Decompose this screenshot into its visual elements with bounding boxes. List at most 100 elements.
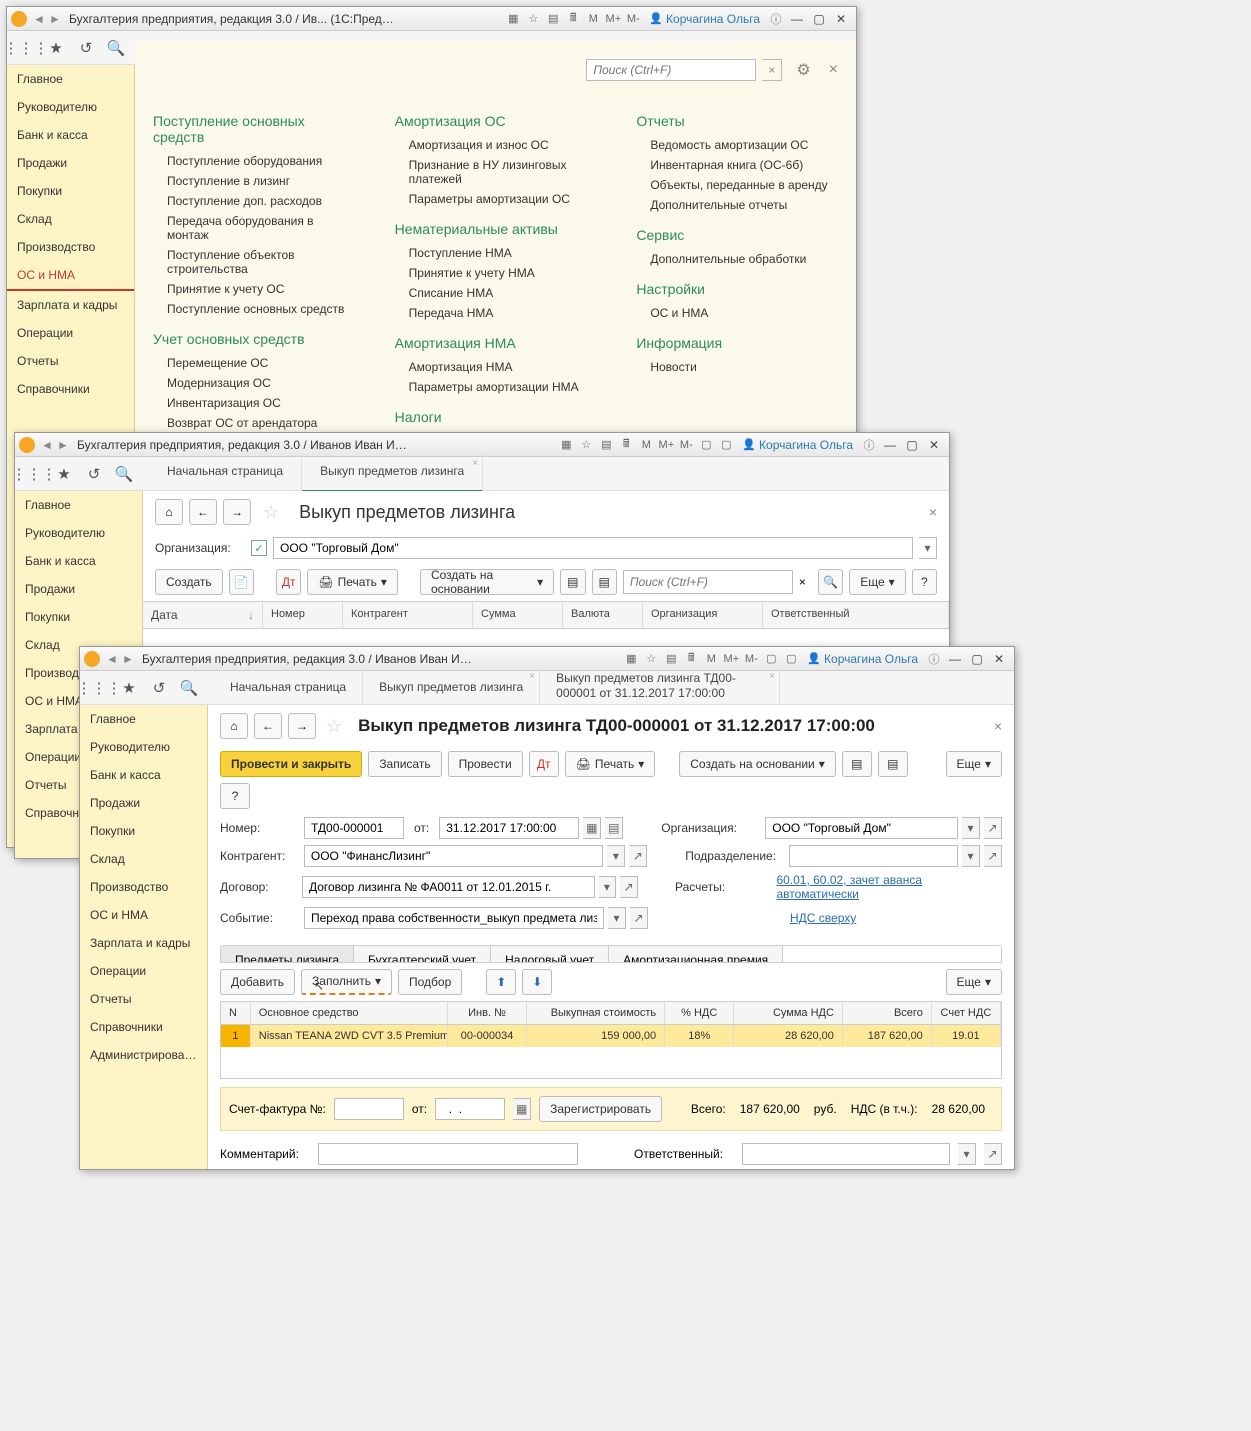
dropdown-icon[interactable]: ▾ <box>607 845 625 867</box>
menu-search-input[interactable] <box>586 59 756 81</box>
forward-button[interactable]: → <box>288 713 316 739</box>
col-responsible[interactable]: Ответственный <box>763 602 949 628</box>
nav-sales[interactable]: Продажи <box>7 149 134 177</box>
nav-fwd-icon[interactable]: ► <box>48 12 62 26</box>
back-button[interactable]: ← <box>254 713 282 739</box>
more-table-button[interactable]: Еще ▾ <box>946 969 1002 995</box>
close-button[interactable]: ✕ <box>988 650 1010 668</box>
create-button[interactable]: Создать <box>155 569 223 595</box>
dropdown-icon[interactable]: ▾ <box>608 907 626 929</box>
close-panel-icon[interactable]: × <box>829 61 838 79</box>
nav-manager[interactable]: Руководителю <box>7 93 134 121</box>
col-vatp[interactable]: % НДС <box>665 1002 734 1024</box>
nav-item[interactable]: ОС и НМА <box>80 901 207 929</box>
menu-link[interactable]: Передача оборудования в монтаж <box>153 211 355 245</box>
menu-link[interactable]: Дополнительные обработки <box>636 249 838 269</box>
menu-link[interactable]: Поступление основных средств <box>153 299 355 319</box>
menu-link[interactable]: Перемещение ОС <box>153 353 355 373</box>
tab-home[interactable]: Начальная страница <box>214 667 363 708</box>
tool-button[interactable]: ▤ <box>560 569 585 595</box>
tool-button[interactable]: ▤ <box>842 751 872 777</box>
home-button[interactable]: ⌂ <box>155 499 183 525</box>
col-sum[interactable]: Сумма <box>473 602 563 628</box>
find-button[interactable]: 🔍 <box>818 569 843 595</box>
col-date[interactable]: Дата ↓ <box>143 602 263 628</box>
close-button[interactable]: ✕ <box>830 10 852 28</box>
info-icon[interactable]: ⓘ <box>767 10 785 28</box>
col-inv[interactable]: Инв. № <box>448 1002 527 1024</box>
menu-link[interactable]: Дополнительные отчеты <box>636 195 838 215</box>
menu-link[interactable]: Принятие к учету ОС <box>153 279 355 299</box>
mplus-icon[interactable]: М+ <box>657 436 675 454</box>
number-input[interactable] <box>304 817 404 839</box>
menu-link[interactable]: Возврат ОС от арендатора <box>153 413 355 433</box>
postings-button[interactable]: Дт <box>529 751 559 777</box>
col-vat[interactable]: Сумма НДС <box>734 1002 843 1024</box>
col-vatacc[interactable]: Счет НДС <box>932 1002 1001 1024</box>
open-icon[interactable]: ↗ <box>629 845 647 867</box>
col-number[interactable]: Номер <box>263 602 343 628</box>
nav-item[interactable]: Справочники <box>80 1013 207 1041</box>
table-row[interactable]: 1 Nissan TEANA 2WD CVT 3.5 Premium 00-00… <box>221 1025 1001 1047</box>
tool-icon[interactable]: ▤ <box>544 10 562 28</box>
col-currency[interactable]: Валюта <box>563 602 643 628</box>
nav-salary[interactable]: Зарплата и кадры <box>7 291 134 319</box>
menu-link[interactable]: Ведомость амортизации ОС <box>636 135 838 155</box>
calc-icon[interactable]: 🖩 <box>617 436 635 454</box>
more-button[interactable]: Еще ▾ <box>849 569 905 595</box>
clear-search-icon[interactable]: × <box>762 59 782 81</box>
postings-button[interactable]: Дт <box>276 569 301 595</box>
open-icon[interactable]: ↗ <box>984 845 1002 867</box>
move-down-button[interactable]: ⬇ <box>522 969 552 995</box>
close-page-icon[interactable]: × <box>994 718 1002 734</box>
nav-back-icon[interactable]: ◄ <box>32 12 46 26</box>
menu-link[interactable]: Параметры амортизации НМА <box>395 377 597 397</box>
calc-icon[interactable]: 🖩 <box>564 10 582 28</box>
subtab-accounting[interactable]: Бухгалтерский учет <box>354 946 491 962</box>
apps-icon[interactable]: ⋮⋮⋮ <box>13 35 39 61</box>
nav-item[interactable]: Руководителю <box>15 519 142 547</box>
help-button[interactable]: ? <box>912 569 937 595</box>
menu-link[interactable]: Новости <box>636 357 838 377</box>
dropdown-icon[interactable]: ▾ <box>599 876 617 898</box>
menu-link[interactable]: ОС и НМА <box>636 303 838 323</box>
nav-item[interactable]: Главное <box>15 491 142 519</box>
close-tab-icon[interactable]: × <box>529 671 535 682</box>
tool-icon[interactable]: ▢ <box>697 436 715 454</box>
post-button[interactable]: Провести <box>448 751 523 777</box>
move-up-button[interactable]: ⬆ <box>486 969 516 995</box>
dropdown-icon[interactable]: ▾ <box>962 845 980 867</box>
fill-button[interactable]: Заполнить ▾↖ <box>301 969 392 995</box>
menu-link[interactable]: Инвентаризация ОС <box>153 393 355 413</box>
select-button[interactable]: Подбор <box>398 969 462 995</box>
tool-icon[interactable]: ▢ <box>762 650 780 668</box>
more-button[interactable]: Еще ▾ <box>946 751 1002 777</box>
open-icon[interactable]: ↗ <box>630 907 648 929</box>
menu-link[interactable]: Поступление НМА <box>395 243 597 263</box>
nav-production[interactable]: Производство <box>7 233 134 261</box>
print-button[interactable]: 🖨 Печать ▾ <box>565 751 656 777</box>
print-button[interactable]: 🖨 Печать ▾ <box>307 569 398 595</box>
mplus-icon[interactable]: М+ <box>722 650 740 668</box>
nav-back-icon[interactable]: ◄ <box>40 438 54 452</box>
nav-operations[interactable]: Операции <box>7 319 134 347</box>
org-checkbox[interactable]: ✓ <box>251 540 267 556</box>
calendar-icon[interactable]: ▦ <box>583 817 601 839</box>
tool-button[interactable]: ▤ <box>592 569 617 595</box>
dropdown-icon[interactable]: ▾ <box>958 1143 976 1165</box>
tab-leasing-doc[interactable]: Выкуп предметов лизинга ТД00-000001 от 3… <box>540 667 780 708</box>
open-icon[interactable]: ↗ <box>620 876 638 898</box>
col-total[interactable]: Всего <box>843 1002 932 1024</box>
nav-item[interactable]: Зарплата и кадры <box>80 929 207 957</box>
event-input[interactable] <box>304 907 604 929</box>
add-row-button[interactable]: Добавить <box>220 969 295 995</box>
home-button[interactable]: ⌂ <box>220 713 248 739</box>
date-input[interactable] <box>439 817 579 839</box>
settlements-link[interactable]: 60.01, 60.02, зачет аванса автоматически <box>776 873 1002 901</box>
menu-link[interactable]: Поступление объектов строительства <box>153 245 355 279</box>
info-icon[interactable]: ⓘ <box>925 650 943 668</box>
maximize-button[interactable]: ▢ <box>808 10 830 28</box>
tool-icon[interactable]: ▤ <box>597 436 615 454</box>
col-counterparty[interactable]: Контрагент <box>343 602 473 628</box>
user-label[interactable]: 👤 Корчагина Ольга <box>807 652 918 666</box>
